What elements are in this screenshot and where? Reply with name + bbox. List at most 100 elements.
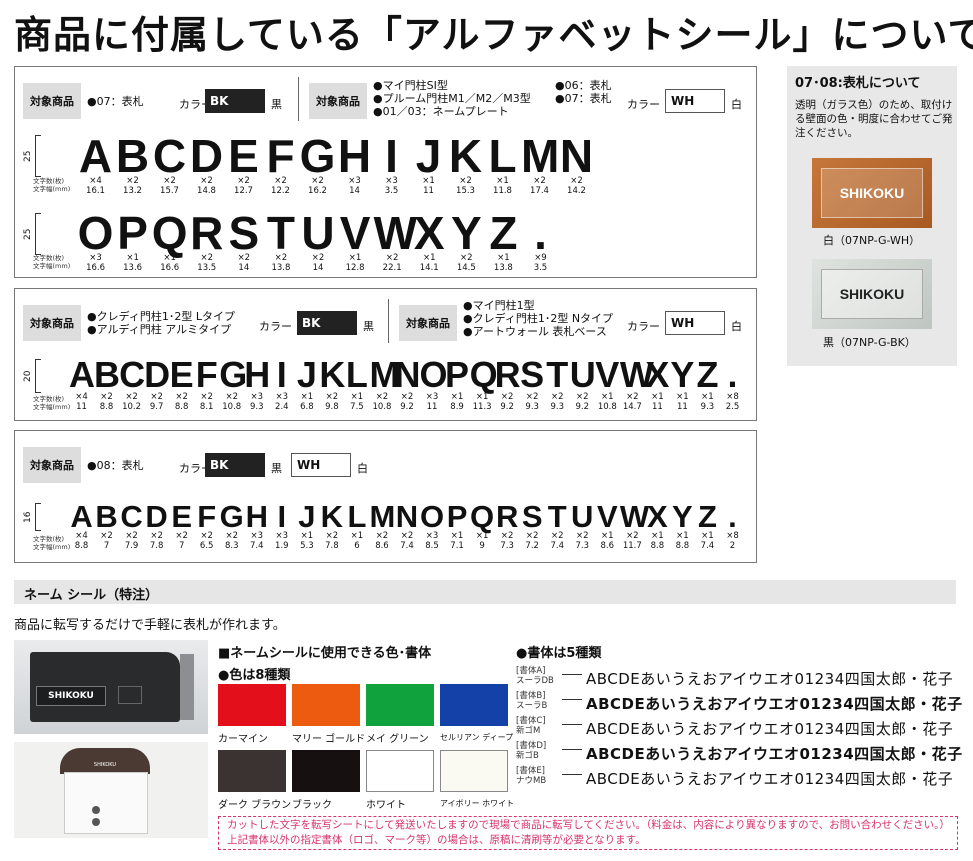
divider [388, 299, 389, 343]
glyph-count: ×2 [100, 392, 113, 402]
glyph-count: ×1 [676, 531, 689, 541]
color-swatch-bk: BK [297, 311, 357, 335]
glyph-count: ×1 [350, 531, 364, 541]
glyph-char: W [619, 354, 654, 395]
glyph-width: 11 [426, 402, 438, 412]
glyph-count: ×2 [311, 253, 325, 263]
color-chip-name: カーマイン [218, 734, 268, 745]
glyph-char: . [728, 499, 737, 534]
color-chip-name: メイ グリーン [366, 734, 429, 745]
glyph-char: P [117, 207, 148, 259]
section-bar: ネーム シール（特注） [14, 580, 956, 604]
font-leader [562, 674, 582, 675]
font-row: [書体E] ナウMB ABCDEあいうえおアイウエオ01234四国太郎・花子 [516, 766, 960, 788]
glyph-width: 6.8 [300, 402, 314, 412]
glyph-count: ×2 [460, 253, 473, 263]
glyph-char: I [277, 499, 287, 534]
glyph-width: 9.7 [149, 402, 164, 412]
glyph-width: 2 [729, 541, 736, 551]
glyph-char: U [571, 499, 594, 534]
glyph-char: U [301, 207, 335, 259]
font-row: [書体A] スーラDB ABCDEあいうえおアイウエオ01234四国太郎・花子 [516, 666, 960, 688]
color-chip [218, 750, 286, 792]
glyph-char: T [547, 499, 567, 534]
color-chip [366, 684, 434, 726]
glyph-count: ×1 [676, 392, 689, 402]
glyph-count: ×3 [425, 392, 439, 402]
color-name-white: 白 [357, 462, 368, 475]
plate-black-image: SHIKOKU [812, 259, 932, 329]
glyph-char: K [448, 130, 483, 182]
glyph-count: ×4 [89, 176, 102, 186]
font-leader [562, 699, 582, 700]
glyph-char: H [244, 354, 271, 395]
font-leader [562, 774, 582, 775]
product-list: ●マイ門柱1型 ●クレディ門柱1･2型 Nタイプ ●アートウォール 表札ベース [463, 299, 614, 338]
glyph-width: 7 [103, 541, 110, 551]
glyph-char: G [219, 499, 244, 534]
glyph-char: X [647, 499, 668, 534]
color-chip [218, 684, 286, 726]
glyph-char: P [445, 354, 470, 395]
glyph-width: 14.8 [197, 186, 216, 196]
glyph-count: ×3 [89, 253, 102, 263]
glyph-count: ×2 [626, 392, 639, 402]
glyph-width: 8.8 [99, 402, 114, 412]
glyph-count: ×1 [651, 531, 664, 541]
glyph-char: P [446, 499, 468, 534]
glyph-width: 7.2 [525, 541, 539, 551]
glyph-count: ×2 [525, 392, 539, 402]
mailbox-image-white: SHIKOKU [14, 742, 208, 838]
divider [298, 77, 299, 121]
glyph-width: 7.1 [450, 541, 464, 551]
colors-subheading: ●色は8種類 [218, 668, 291, 683]
glyph-width: 14.7 [622, 402, 642, 412]
glyph-count: ×4 [75, 531, 88, 541]
plate-black-text: SHIKOKU [821, 269, 923, 319]
color-swatch-bk: BK [205, 453, 265, 477]
glyph-width: 7.4 [250, 541, 264, 551]
glyph-width: 12.2 [271, 186, 290, 196]
glyph-count: ×2 [550, 392, 564, 402]
color-chip [440, 684, 508, 726]
glyph-char: K [319, 354, 346, 395]
target-tag: 対象商品 [23, 305, 81, 341]
section-title: ネーム シール（特注） [24, 588, 159, 603]
glyph-count: ×2 [225, 392, 238, 402]
glyph-char: B [95, 499, 118, 534]
glyph-char: E [228, 130, 259, 182]
side-text: 透明（ガラス色）のため、取付ける壁面の色・明度に合わせてご発注ください。 [795, 99, 953, 139]
font-sample: ABCDEあいうえおアイウエオ01234四国太郎・花子 [586, 745, 963, 763]
glyph-count: ×2 [385, 253, 399, 263]
glyph-char: F [195, 354, 218, 395]
glyph-count: ×2 [325, 392, 339, 402]
glyph-width: 8.3 [224, 541, 239, 551]
glyph-count: ×3 [275, 531, 289, 541]
glyph-width: 16.1 [86, 186, 105, 196]
glyph-char: U [569, 354, 596, 395]
glyph-char: K [320, 499, 344, 534]
glyph-char: . [534, 207, 547, 259]
height-value: 20 [23, 370, 33, 382]
glyph-width: 14 [238, 263, 250, 273]
glyph-count: ×2 [237, 176, 250, 186]
glyph-char: S [228, 207, 260, 259]
font-leader [562, 749, 582, 750]
glyph-count: ×1 [126, 253, 139, 263]
row-legend: 文字数(枚) 文字幅(mm) [33, 535, 71, 551]
glyph-width: 5.3 [300, 541, 314, 551]
glyph-width: 2.5 [725, 402, 740, 412]
plate-black-caption: 黒（07NP-G-BK） [823, 336, 916, 349]
glyph-width: 16.2 [308, 186, 327, 196]
glyph-char: Z [696, 354, 719, 395]
glyph-width: 9.3 [700, 402, 715, 412]
color-chip-name: マリー ゴールド [292, 734, 366, 745]
target-tag: 対象商品 [23, 83, 81, 119]
glyph-count: ×1 [475, 392, 489, 402]
glyph-width: 10.8 [372, 402, 392, 412]
glyph-char: L [488, 130, 517, 182]
font-row: [書体C] 新ゴM ABCDEあいうえおアイウエオ01234四国太郎・花子 [516, 716, 960, 738]
glyph-width: 13.5 [197, 263, 217, 273]
font-label: [書体C] 新ゴM [516, 716, 546, 736]
height-value: 16 [23, 511, 33, 523]
